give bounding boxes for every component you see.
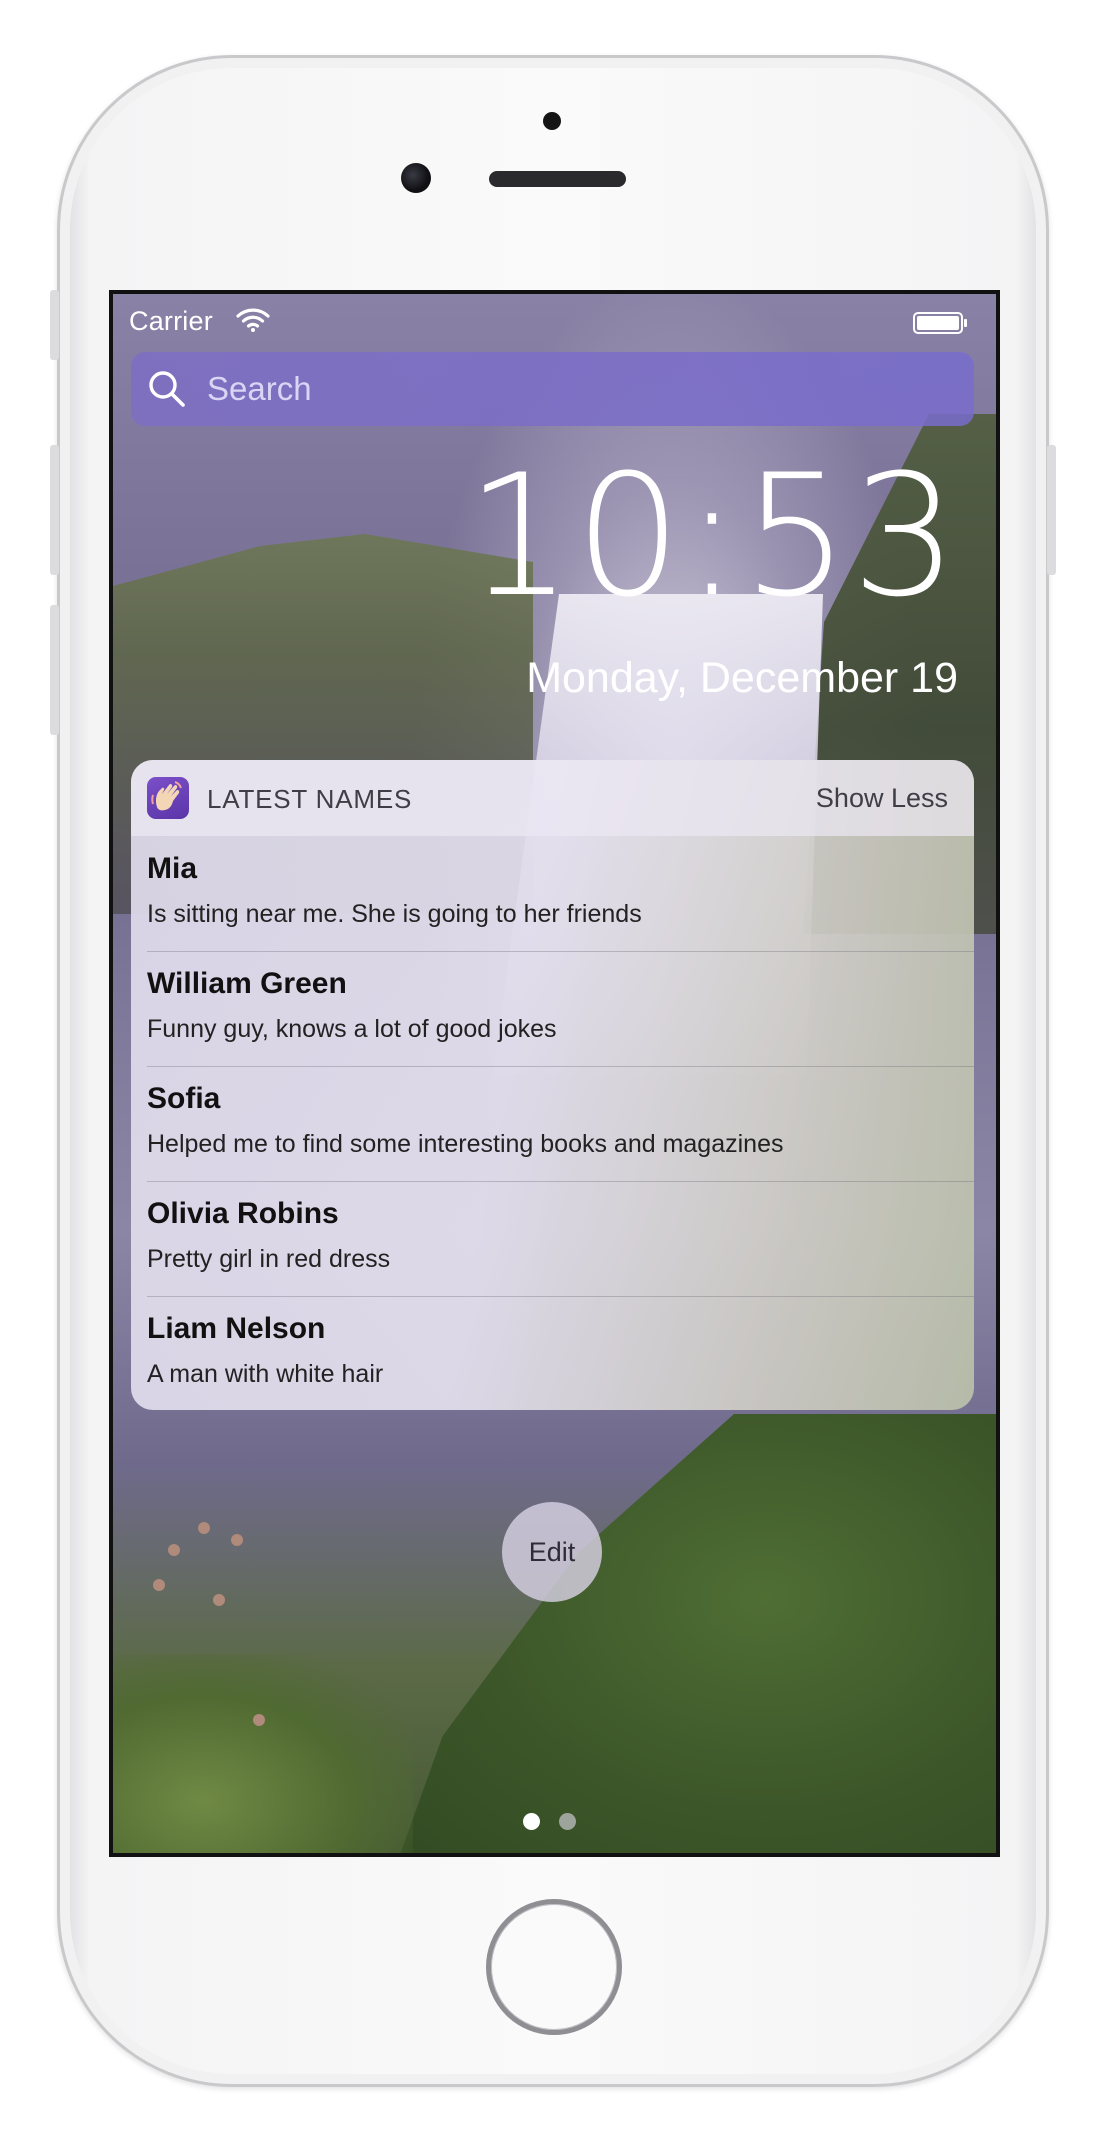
proximity-sensor: [543, 112, 561, 130]
page-indicator[interactable]: [113, 1813, 996, 1833]
wallpaper-flower: [213, 1594, 225, 1606]
lock-screen: Carrier 10:53 Monday, December 19: [109, 290, 1000, 1857]
status-bar: Carrier: [113, 294, 996, 340]
front-camera: [401, 163, 431, 193]
item-name: William Green: [147, 967, 347, 1000]
widget-header: LATEST NAMES Show Less: [131, 760, 974, 836]
edit-button[interactable]: Edit: [502, 1502, 602, 1602]
list-item[interactable]: Liam Nelson A man with white hair: [131, 1296, 974, 1410]
search-input[interactable]: [207, 366, 947, 412]
item-description: A man with white hair: [147, 1360, 384, 1388]
list-item[interactable]: Sofia Helped me to find some interesting…: [131, 1066, 974, 1181]
item-description: Pretty girl in red dress: [147, 1245, 391, 1273]
volume-down-button: [50, 605, 59, 735]
show-less-button[interactable]: Show Less: [816, 783, 948, 814]
battery-icon: [913, 312, 967, 334]
page-dot-active[interactable]: [523, 1813, 540, 1830]
list-item[interactable]: Olivia Robins Pretty girl in red dress: [131, 1181, 974, 1296]
item-name: Sofia: [147, 1082, 221, 1115]
wallpaper-flower: [231, 1534, 243, 1546]
widget-title: LATEST NAMES: [207, 784, 413, 814]
mute-switch: [50, 290, 59, 360]
item-name: Liam Nelson: [147, 1312, 326, 1345]
latest-names-widget: LATEST NAMES Show Less Mia Is sitting ne…: [131, 760, 974, 1410]
item-name: Mia: [147, 852, 198, 885]
wallpaper-flower: [253, 1714, 265, 1726]
list-item[interactable]: Mia Is sitting near me. She is going to …: [131, 836, 974, 951]
search-icon: [149, 371, 185, 407]
list-item[interactable]: William Green Funny guy, knows a lot of …: [131, 951, 974, 1066]
wallpaper-flower: [153, 1579, 165, 1591]
earpiece-speaker: [489, 171, 626, 187]
page-dot-inactive[interactable]: [559, 1813, 576, 1830]
wallpaper-flower: [198, 1522, 210, 1534]
volume-up-button: [50, 445, 59, 575]
item-name: Olivia Robins: [147, 1197, 339, 1230]
wifi-icon: [236, 308, 270, 332]
names-list: Mia Is sitting near me. She is going to …: [131, 836, 974, 1410]
search-bar[interactable]: [131, 352, 974, 426]
wallpaper-grass: [393, 1414, 996, 1853]
item-description: Is sitting near me. She is going to her …: [147, 900, 642, 928]
item-description: Helped me to find some interesting books…: [147, 1130, 784, 1158]
power-button: [1047, 445, 1056, 575]
lock-date: Monday, December 19: [526, 654, 958, 702]
item-description: Funny guy, knows a lot of good jokes: [147, 1015, 557, 1043]
wallpaper-flower: [168, 1544, 180, 1556]
home-button[interactable]: [486, 1899, 622, 2035]
carrier-label: Carrier: [129, 306, 213, 336]
lock-clock: 10:53: [465, 438, 960, 634]
waving-hand-icon: [147, 777, 189, 819]
